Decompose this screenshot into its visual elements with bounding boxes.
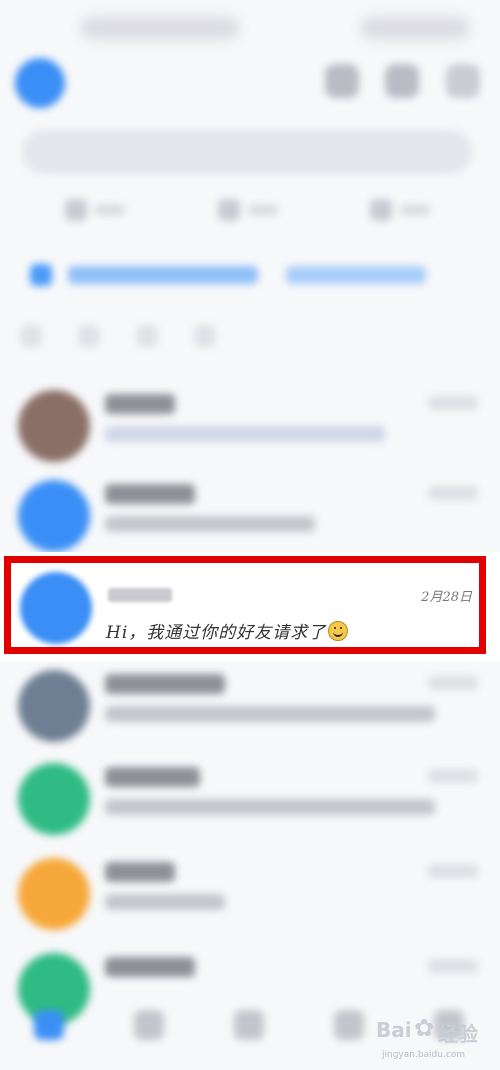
search-icon[interactable] [325, 64, 359, 98]
baidu-jingyan-watermark: Bai ✿ 经验 jingyan.baidu.com [376, 1012, 486, 1068]
chat-preview-placeholder [105, 706, 435, 722]
chat-time-placeholder [428, 396, 478, 410]
chat-preview-placeholder [105, 799, 435, 815]
quick-action-label-placeholder [95, 205, 125, 215]
avatar [18, 670, 90, 742]
search-input[interactable] [22, 130, 472, 174]
chat-row[interactable] [0, 755, 500, 847]
shortcut-icons [20, 325, 300, 355]
chat-name-placeholder [105, 394, 175, 414]
add-icon[interactable] [446, 64, 480, 98]
contacts-icon[interactable] [134, 1010, 164, 1040]
quick-action-1[interactable] [65, 195, 155, 225]
avatar [18, 480, 90, 552]
space-icon[interactable] [334, 1010, 364, 1040]
chat-name-placeholder [105, 674, 225, 694]
quick-action-icon [218, 199, 240, 221]
chat-row[interactable] [0, 382, 500, 474]
banner-text-placeholder [68, 266, 258, 284]
chat-row[interactable] [0, 850, 500, 942]
chat-name-placeholder [105, 957, 195, 977]
chat-name-placeholder [105, 484, 195, 504]
chat-name-placeholder [105, 767, 200, 787]
chat-name-placeholder [105, 862, 175, 882]
discover-icon[interactable] [234, 1010, 264, 1040]
watermark-brand-left: Bai [376, 1018, 412, 1042]
more-icon[interactable] [385, 64, 419, 98]
chat-time-placeholder [428, 486, 478, 500]
status-bar-icons-placeholder [360, 16, 470, 40]
avatar [18, 763, 90, 835]
app-header [0, 50, 500, 110]
quick-action-icon [370, 199, 392, 221]
quick-action-2[interactable] [218, 195, 308, 225]
quick-action-3[interactable] [370, 195, 460, 225]
notice-banner[interactable] [18, 252, 478, 298]
chat-time-placeholder [428, 769, 478, 783]
chat-preview-placeholder [105, 894, 225, 910]
avatar [18, 858, 90, 930]
chat-preview-placeholder [105, 516, 315, 532]
watermark-url: jingyan.baidu.com [382, 1050, 466, 1060]
highlight-frame [4, 556, 486, 654]
quick-action-label-placeholder [248, 205, 278, 215]
chat-preview-placeholder [105, 426, 385, 442]
watermark-brand-right: 经验 [438, 1022, 478, 1046]
chat-time-placeholder [428, 959, 478, 973]
chat-time-placeholder [428, 676, 478, 690]
banner-text-placeholder [286, 266, 426, 284]
avatar [18, 390, 90, 462]
quick-action-label-placeholder [400, 205, 430, 215]
banner-icon [30, 264, 52, 286]
my-avatar[interactable] [15, 58, 65, 108]
status-bar-title-placeholder [80, 16, 240, 40]
chat-time-placeholder [428, 864, 478, 878]
chat-row[interactable] [0, 472, 500, 564]
quick-action-icon [65, 199, 87, 221]
paw-icon: ✿ [414, 1014, 435, 1042]
message-icon[interactable] [34, 1010, 64, 1040]
chat-row[interactable] [0, 662, 500, 754]
